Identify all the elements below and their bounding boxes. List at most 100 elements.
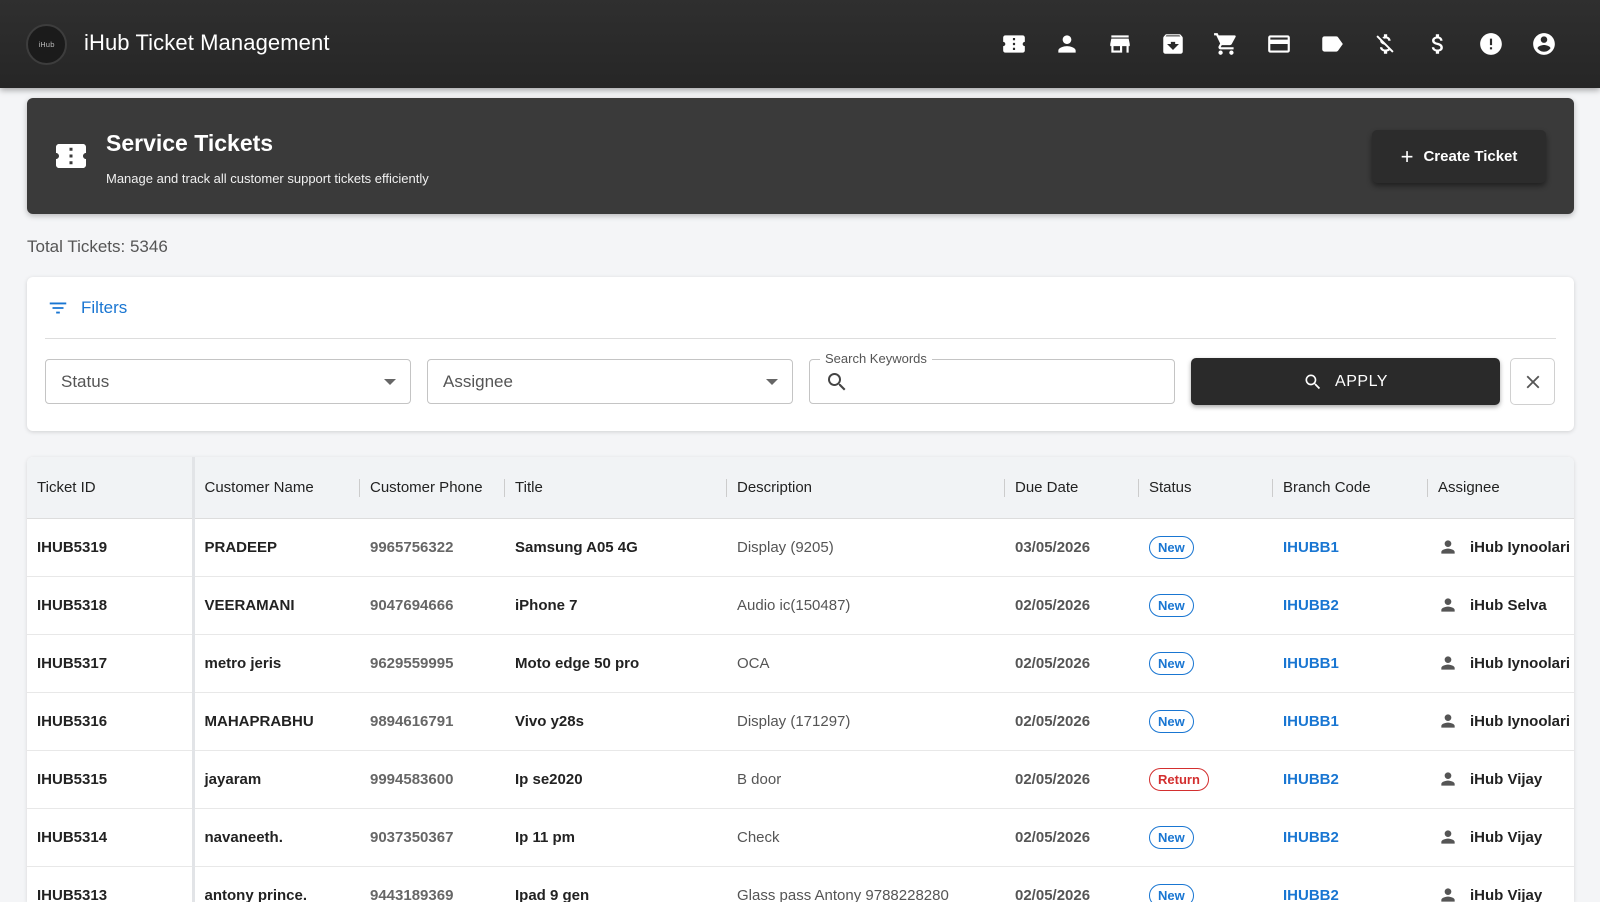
nav-account[interactable] <box>1526 26 1562 62</box>
column-header-assignee[interactable]: Assignee <box>1428 457 1574 519</box>
branch-code-cell[interactable]: IHUBB1 <box>1273 518 1428 576</box>
table-row[interactable]: IHUB5316 MAHAPRABHU 9894616791 Vivo y28s Dis… <box>27 692 1574 750</box>
table-row[interactable]: IHUB5319 PRADEEP 9965756322 Samsung A05 4G D… <box>27 518 1574 576</box>
search-field: Search Keywords <box>809 351 1175 404</box>
ticket-id-cell[interactable]: IHUB5314 <box>27 808 195 866</box>
column-header-label: Customer Name <box>204 478 314 496</box>
tickets-table: Ticket ID Customer Name Customer Phone T… <box>27 457 1574 902</box>
status-cell: New <box>1139 808 1273 866</box>
nav-tickets[interactable] <box>996 26 1032 62</box>
total-tickets: Total Tickets: 5346 <box>27 237 168 256</box>
person-icon <box>1441 598 1455 612</box>
column-header-title[interactable]: Title <box>505 457 727 519</box>
column-header-due-date[interactable]: Due Date <box>1005 457 1139 519</box>
search-input[interactable] <box>858 366 1158 398</box>
title-cell: Vivo y28s <box>515 712 584 730</box>
nav-tags[interactable] <box>1314 26 1350 62</box>
branch-code-cell[interactable]: IHUBB2 <box>1273 576 1428 634</box>
customer-phone-cell: 9965756322 <box>370 538 454 556</box>
apply-label: APPLY <box>1335 372 1388 390</box>
assignee-name: iHub Vijay <box>1470 828 1543 846</box>
customer-name-cell: VEERAMANI <box>204 596 295 614</box>
column-header-customer-phone[interactable]: Customer Phone <box>360 457 505 519</box>
status-cell: Return <box>1139 750 1273 808</box>
create-ticket-button[interactable]: + Create Ticket <box>1372 130 1546 183</box>
description-cell: Display (171297) <box>737 712 851 730</box>
assignee-select[interactable]: Assignee <box>427 359 793 404</box>
branch-code-cell[interactable]: IHUBB1 <box>1273 634 1428 692</box>
title-cell: Ip 11 pm <box>515 828 576 846</box>
ticket-id-cell[interactable]: IHUB5316 <box>27 692 195 750</box>
assignee-name: iHub Iynoolari <box>1470 712 1571 730</box>
table-header-row: Ticket ID Customer Name Customer Phone T… <box>27 457 1574 519</box>
due-date-cell: 02/05/2026 <box>1015 596 1091 614</box>
person-icon <box>1441 540 1455 554</box>
assignee-cell: iHub Iynoolari <box>1428 634 1574 692</box>
status-select[interactable]: Status <box>45 359 411 404</box>
branch-code-cell[interactable]: IHUBB2 <box>1273 808 1428 866</box>
due-date-cell: 02/05/2026 <box>1015 828 1091 846</box>
column-header-customer-name[interactable]: Customer Name <box>193 457 360 519</box>
title-cell: Samsung A05 4G <box>515 538 638 556</box>
description-cell: Glass pass Antony 9788228280 <box>737 886 949 902</box>
cart-icon <box>1214 33 1236 55</box>
table-row[interactable]: IHUB5317 metro jeris 9629559995 Moto edge 5… <box>27 634 1574 692</box>
search-label: Search Keywords <box>820 351 932 366</box>
assignee-cell: iHub Vijay <box>1428 808 1574 866</box>
logo-text: iHub <box>38 40 55 49</box>
nav-inventory[interactable] <box>1155 26 1191 62</box>
nav-cart[interactable] <box>1208 26 1244 62</box>
column-header-status[interactable]: Status <box>1139 457 1273 519</box>
apply-button[interactable]: APPLY <box>1191 358 1500 405</box>
customer-phone-cell: 9047694666 <box>370 596 454 614</box>
ticket-id-cell[interactable]: IHUB5317 <box>27 634 195 692</box>
column-header-ticket-id[interactable]: Ticket ID <box>27 457 195 519</box>
status-badge: New <box>1149 535 1194 559</box>
search-icon <box>828 373 846 391</box>
customer-name-cell: antony prince. <box>204 886 308 902</box>
table-row[interactable]: IHUB5313 antony prince. 9443189369 Ipad 9 g… <box>27 866 1574 902</box>
filters-card: Filters Status Assignee Search Keywords … <box>27 277 1574 431</box>
filters-divider <box>45 338 1556 339</box>
column-header-label: Status <box>1149 478 1192 496</box>
due-date-cell: 02/05/2026 <box>1015 770 1091 788</box>
status-badge: New <box>1149 651 1194 675</box>
assignee-cell: iHub Iynoolari <box>1428 518 1574 576</box>
nav-no-money[interactable] <box>1367 26 1403 62</box>
app-logo[interactable]: iHub <box>26 24 67 65</box>
assignee-cell: iHub Vijay <box>1428 750 1574 808</box>
nav-money[interactable] <box>1420 26 1456 62</box>
person-icon <box>1441 888 1455 902</box>
due-date-cell: 02/05/2026 <box>1015 712 1091 730</box>
filters-header[interactable]: Filters <box>47 297 127 319</box>
status-cell: New <box>1139 518 1273 576</box>
branch-code-cell[interactable]: IHUBB2 <box>1273 750 1428 808</box>
branch-code-cell[interactable]: IHUBB2 <box>1273 866 1428 902</box>
nav-alerts[interactable] <box>1473 26 1509 62</box>
status-badge: Return <box>1149 767 1209 791</box>
column-header-description[interactable]: Description <box>727 457 1005 519</box>
status-cell: New <box>1139 634 1273 692</box>
branch-code-cell[interactable]: IHUBB1 <box>1273 692 1428 750</box>
person-icon <box>1441 772 1455 786</box>
ticket-id-cell[interactable]: IHUB5318 <box>27 576 195 634</box>
table-row[interactable]: IHUB5315 jayaram 9994583600 Ip se2020 B door… <box>27 750 1574 808</box>
nav-payments[interactable] <box>1261 26 1297 62</box>
ticket-id-cell[interactable]: IHUB5315 <box>27 750 195 808</box>
table-row[interactable]: IHUB5314 navaneeth. 9037350367 Ip 11 pm Chec… <box>27 808 1574 866</box>
column-header-branch-code[interactable]: Branch Code <box>1273 457 1428 519</box>
assignee-cell: iHub Selva <box>1428 576 1574 634</box>
ticket-id-cell[interactable]: IHUB5313 <box>27 866 195 902</box>
due-date-cell: 02/05/2026 <box>1015 886 1091 902</box>
clear-filters-button[interactable] <box>1510 358 1555 405</box>
customer-phone-cell: 9629559995 <box>370 654 454 672</box>
table-row[interactable]: IHUB5318 VEERAMANI 9047694666 iPhone 7 Audio… <box>27 576 1574 634</box>
close-icon <box>1526 375 1539 388</box>
ticket-id-cell[interactable]: IHUB5319 <box>27 518 195 576</box>
assignee-name: iHub Vijay <box>1470 770 1543 788</box>
status-cell: New <box>1139 692 1273 750</box>
nav-stores[interactable] <box>1102 26 1138 62</box>
description-cell: Audio ic(150487) <box>737 596 851 614</box>
nav-customers[interactable] <box>1049 26 1085 62</box>
column-header-label: Due Date <box>1015 478 1079 496</box>
